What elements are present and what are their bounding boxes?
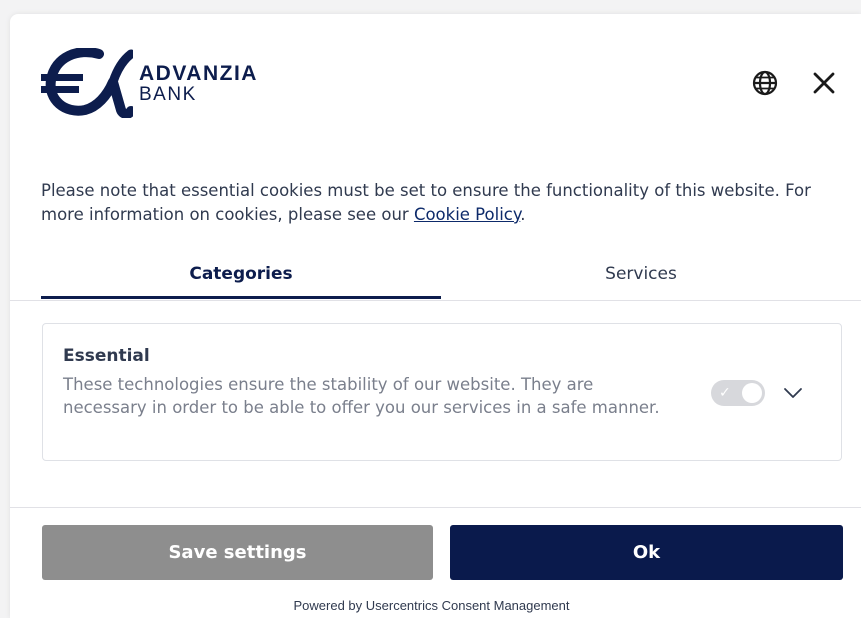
tab-services[interactable]: Services [441,264,841,298]
footer-divider [10,507,861,508]
cookie-notice: Please note that essential cookies must … [41,179,856,227]
close-icon [813,72,835,94]
brand-sub: BANK [139,83,197,105]
category-description: These technologies ensure the stability … [63,375,660,417]
chevron-down-icon [784,388,802,398]
expand-category-button[interactable] [781,381,805,405]
category-card-essential: Essential These technologies ensure the … [42,323,842,461]
tab-bar: Categories Services [10,264,861,301]
close-button[interactable] [809,68,839,98]
essential-toggle[interactable]: ✓ [711,380,765,406]
cookie-consent-dialog: ADVANZIA BANK Please note that essential… [10,14,861,618]
globe-icon [752,70,778,96]
toggle-knob [742,383,762,403]
tab-categories[interactable]: Categories [41,264,441,298]
active-tab-indicator [41,296,441,299]
ok-button[interactable]: Ok [450,525,843,580]
save-settings-button[interactable]: Save settings [42,525,433,580]
powered-by-text: Powered by Usercentrics Consent Manageme… [293,598,570,613]
advanzia-logo-mark [41,48,133,118]
brand-wordmark: ADVANZIA BANK [139,63,258,104]
notice-text-end: . [520,205,526,224]
cookie-policy-link[interactable]: Cookie Policy [414,205,520,224]
check-icon: ✓ [719,385,731,401]
language-button[interactable] [750,68,780,98]
brand-name: ADVANZIA [139,61,258,85]
category-title: Essential [63,346,150,366]
brand-logo: ADVANZIA BANK [41,48,258,118]
